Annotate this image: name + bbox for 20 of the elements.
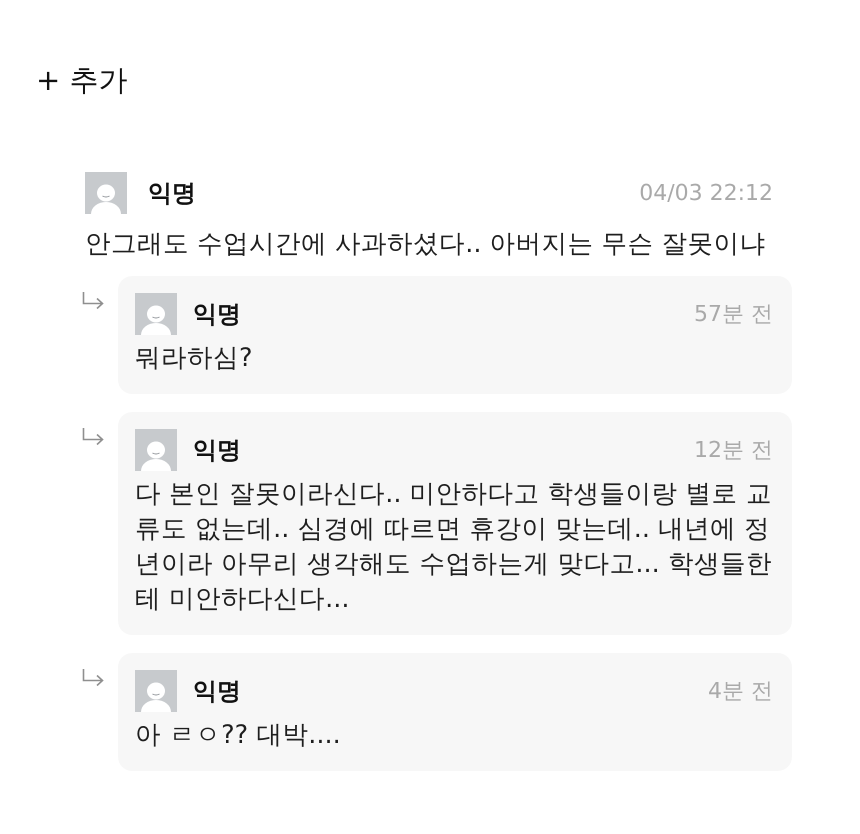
author-name: 익명 [148,178,196,209]
author-name: 익명 [193,676,241,707]
avatar-icon [135,670,177,712]
comment-time: 12분 전 [694,437,773,465]
avatar-icon [135,293,177,335]
reply-text: 다 본인 잘못이라신다.. 미안하다고 학생들이랑 별로 교류도 없는데.. 심경에 따르면 휴강이 맞는데.. 내년에 정년이라 아무리 생각해도 수업하는게 맞다고... 학생들한테 미안하다신다... [135,478,773,616]
author-name: 익명 [193,299,241,330]
reply-text: 아 ㄹㅇ?? 대박.... [135,719,342,752]
reply-arrow-icon [82,292,104,310]
author-name: 익명 [193,435,241,466]
comment-time: 4분 전 [708,678,773,706]
comment-time: 57분 전 [694,301,773,329]
avatar-icon [85,172,127,214]
avatar-icon [135,429,177,471]
comment-time: 04/03 22:12 [639,180,773,206]
reply-arrow-icon [82,669,104,687]
comment-text: 안그래도 수업시간에 사과하셨다.. 아버지는 무슨 잘못이냐 [85,228,767,261]
reply-text: 뭐라하심? [135,342,254,375]
add-button[interactable]: + 추가 [34,62,130,98]
reply-arrow-icon [82,428,104,446]
